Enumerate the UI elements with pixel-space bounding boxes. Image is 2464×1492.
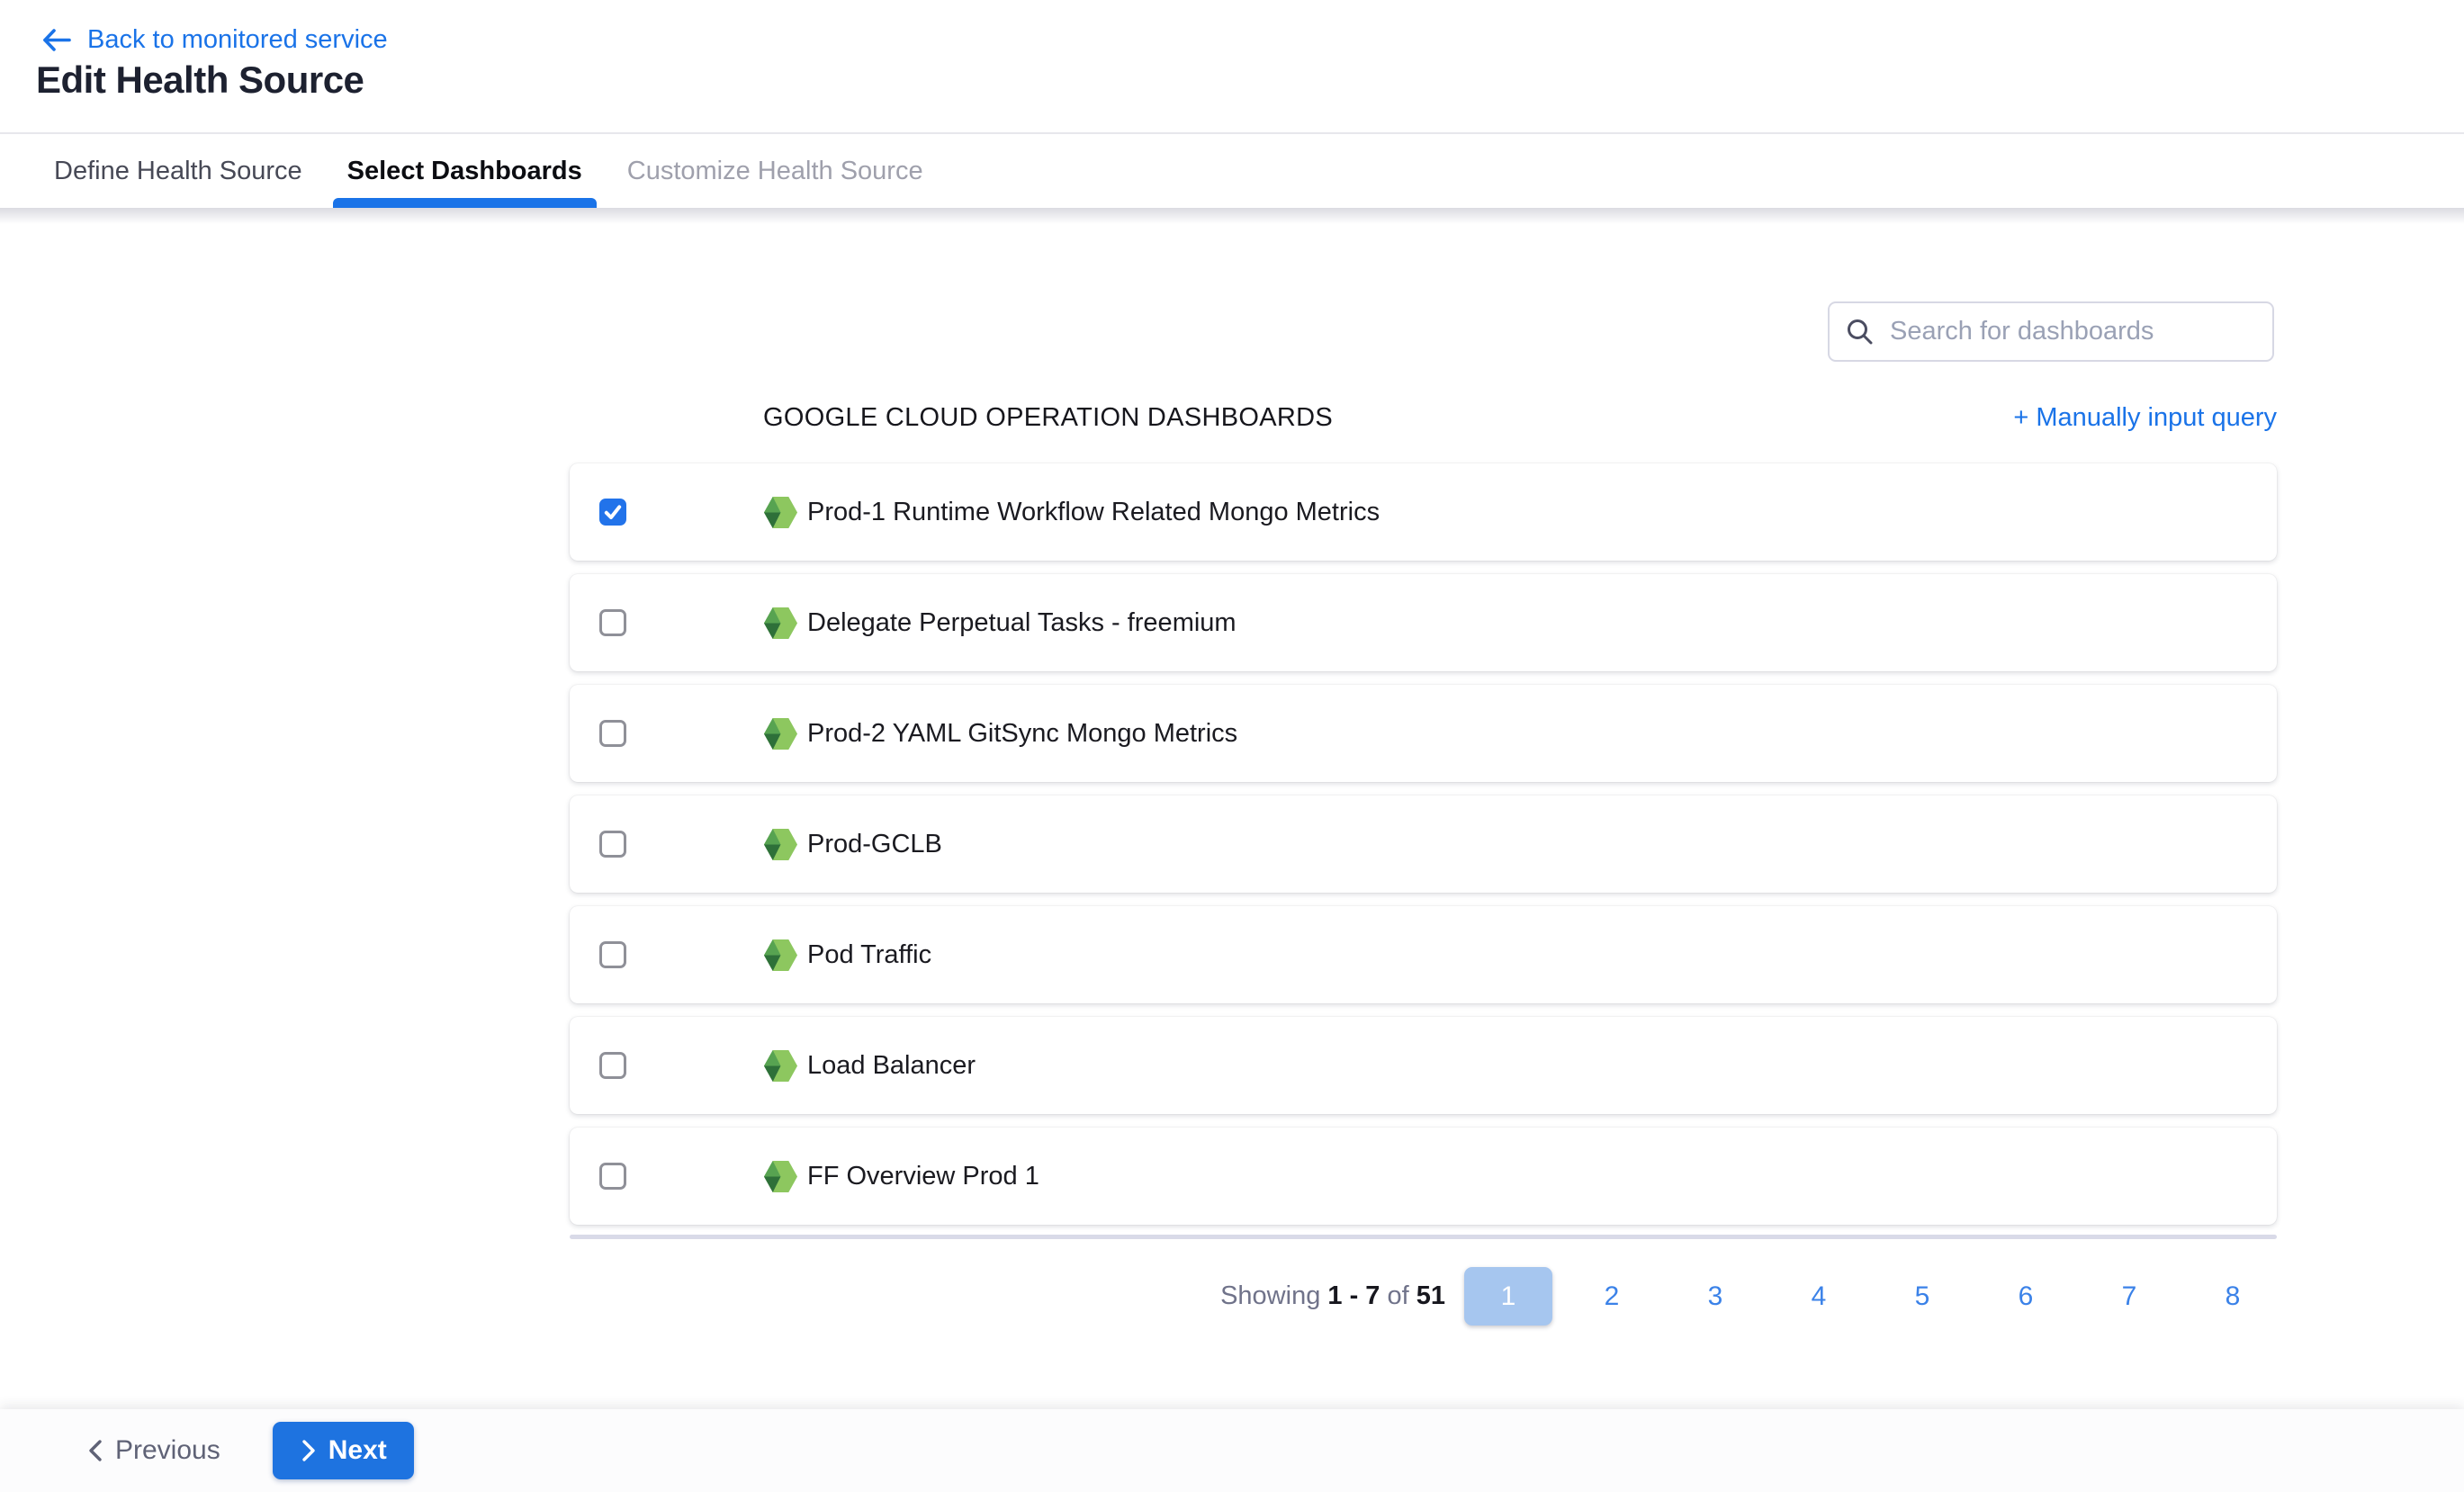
tab-customize-health-source[interactable]: Customize Health Source: [627, 134, 923, 208]
page-button-7[interactable]: 7: [2085, 1267, 2173, 1326]
dashboard-checkbox[interactable]: [599, 1052, 626, 1079]
dashboard-row[interactable]: Pod Traffic: [570, 906, 2277, 1003]
manually-input-query-link[interactable]: + Manually input query: [2013, 403, 2277, 433]
dashboard-checkbox[interactable]: [599, 499, 626, 526]
section-header-row: GOOGLE CLOUD OPERATION DASHBOARDS + Manu…: [763, 403, 2277, 433]
dashboard-row[interactable]: Load Balancer: [570, 1017, 2277, 1114]
dashboard-row[interactable]: Prod-GCLB: [570, 795, 2277, 893]
page-button-2[interactable]: 2: [1568, 1267, 1656, 1326]
dashboard-list: Prod-1 Runtime Workflow Related Mongo Me…: [570, 463, 2277, 1238]
back-link-label: Back to monitored service: [87, 25, 388, 55]
back-arrow-icon: [40, 26, 73, 54]
edit-health-source-page: Back to monitored service Edit Health So…: [0, 0, 2464, 1492]
back-link[interactable]: Back to monitored service: [40, 25, 388, 55]
chevron-left-icon: [86, 1439, 104, 1462]
tab-bar: Define Health Source Select Dashboards C…: [0, 132, 2464, 208]
dashboard-label: Load Balancer: [807, 1051, 976, 1081]
dashboard-checkbox[interactable]: [599, 1163, 626, 1190]
search-input[interactable]: [1888, 316, 2256, 347]
list-bottom-divider: [570, 1235, 2277, 1239]
dashboard-row[interactable]: Prod-1 Runtime Workflow Related Mongo Me…: [570, 463, 2277, 561]
dashboard-label: Delegate Perpetual Tasks - freemium: [807, 608, 1236, 638]
dashboard-hexagon-icon: [763, 825, 798, 864]
dashboard-checkbox[interactable]: [599, 831, 626, 858]
dashboard-label: Prod-2 YAML GitSync Mongo Metrics: [807, 719, 1237, 749]
dashboard-hexagon-icon: [763, 936, 798, 975]
next-label: Next: [328, 1435, 387, 1466]
dashboard-hexagon-icon: [763, 1047, 798, 1085]
chevron-right-icon: [300, 1439, 318, 1462]
dashboard-hexagon-icon: [763, 715, 798, 753]
tabbar-shadow: [0, 208, 2464, 224]
page-button-8[interactable]: 8: [2189, 1267, 2277, 1326]
previous-button[interactable]: Previous: [86, 1435, 220, 1466]
dashboard-label: Pod Traffic: [807, 940, 931, 970]
page-button-6[interactable]: 6: [1982, 1267, 2070, 1326]
tab-select-dashboards[interactable]: Select Dashboards: [347, 134, 582, 208]
wizard-footer: Previous Next: [0, 1409, 2464, 1492]
page-button-3[interactable]: 3: [1671, 1267, 1759, 1326]
page-title: Edit Health Source: [36, 58, 364, 103]
section-title: GOOGLE CLOUD OPERATION DASHBOARDS: [763, 403, 1333, 433]
dashboard-row[interactable]: Delegate Perpetual Tasks - freemium: [570, 574, 2277, 671]
dashboard-checkbox[interactable]: [599, 720, 626, 747]
dashboard-search[interactable]: [1828, 301, 2274, 362]
page-button-5[interactable]: 5: [1878, 1267, 1966, 1326]
dashboard-hexagon-icon: [763, 1157, 798, 1196]
dashboard-checkbox[interactable]: [599, 941, 626, 968]
page-button-1[interactable]: 1: [1464, 1267, 1552, 1326]
dashboard-row[interactable]: FF Overview Prod 1: [570, 1128, 2277, 1225]
dashboard-label: Prod-GCLB: [807, 830, 942, 859]
page-button-4[interactable]: 4: [1775, 1267, 1863, 1326]
dashboard-label: Prod-1 Runtime Workflow Related Mongo Me…: [807, 498, 1380, 527]
dashboard-checkbox[interactable]: [599, 609, 626, 636]
pagination: Showing 1 - 7 of 51 1 2 3 4 5 6 7 8: [1220, 1267, 2277, 1326]
dashboard-hexagon-icon: [763, 493, 798, 532]
tab-define-health-source[interactable]: Define Health Source: [54, 134, 302, 208]
checkmark-icon: [602, 501, 624, 523]
pagination-summary: Showing 1 - 7 of 51: [1220, 1281, 1445, 1311]
search-icon: [1846, 318, 1874, 346]
previous-label: Previous: [115, 1435, 220, 1466]
dashboard-row[interactable]: Prod-2 YAML GitSync Mongo Metrics: [570, 685, 2277, 782]
next-button[interactable]: Next: [273, 1422, 414, 1479]
dashboard-label: FF Overview Prod 1: [807, 1162, 1039, 1191]
dashboard-hexagon-icon: [763, 604, 798, 643]
